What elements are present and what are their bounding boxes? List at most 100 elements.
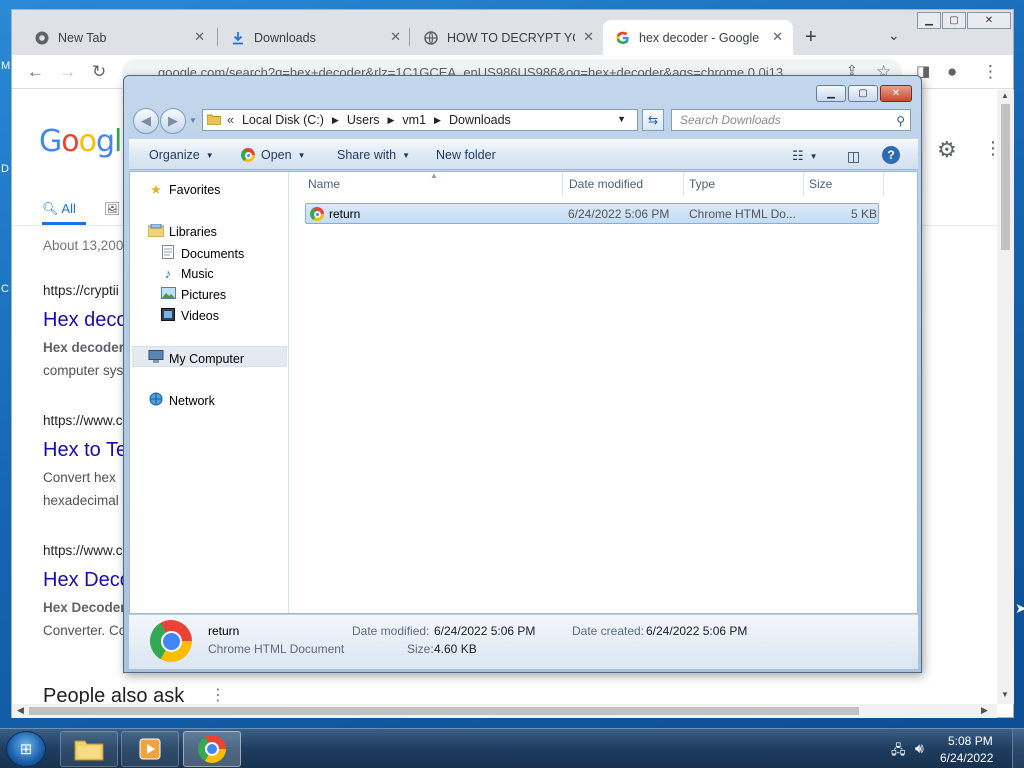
scroll-left-arrow-icon[interactable]: ◀: [17, 705, 24, 716]
vertical-scrollbar[interactable]: ▲ ▼: [997, 90, 1014, 704]
minimize-button[interactable]: ▁: [917, 12, 941, 29]
chrome-icon: [150, 620, 192, 662]
search-placeholder: Search Downloads: [680, 113, 781, 127]
nav-network[interactable]: Network: [147, 392, 215, 409]
tab-downloads[interactable]: Downloads ✕: [218, 20, 411, 55]
new-tab-button[interactable]: +: [805, 26, 817, 49]
column-separator[interactable]: [803, 172, 804, 196]
scroll-up-arrow-icon[interactable]: ▲: [1001, 91, 1009, 100]
share-with-button[interactable]: Share with ▼: [337, 148, 410, 162]
address-bar[interactable]: « Local Disk (C:) ▶ Users ▶ vm1 ▶ Downlo…: [202, 109, 638, 131]
horizontal-scrollbar[interactable]: ◀ ▶: [12, 704, 997, 718]
profile-avatar-icon[interactable]: ●: [947, 62, 957, 82]
desktop-icon-fragment[interactable]: C: [1, 283, 9, 295]
nav-libraries[interactable]: Libraries: [147, 223, 217, 240]
tab-all[interactable]: 🔍︎ All: [42, 201, 76, 217]
maximize-button[interactable]: ▢: [848, 85, 878, 102]
nav-favorites[interactable]: ★ Favorites: [147, 182, 220, 198]
minimize-button[interactable]: ▁: [816, 85, 846, 102]
recent-pages-chevron-icon[interactable]: ▼: [189, 116, 197, 125]
show-desktop-button[interactable]: [1012, 729, 1024, 768]
nav-videos[interactable]: Videos: [159, 308, 219, 324]
close-tab-icon[interactable]: ✕: [390, 29, 401, 45]
taskbar-explorer-button[interactable]: [60, 731, 118, 767]
desktop-icon-fragment[interactable]: D: [1, 163, 9, 175]
result-title[interactable]: Hex to Te: [43, 439, 127, 462]
search-input[interactable]: Search Downloads ⚲: [671, 109, 911, 131]
result-title[interactable]: Hex deco: [43, 309, 128, 332]
clock-time[interactable]: 5:08 PM: [948, 734, 993, 748]
result-url[interactable]: https://cryptii: [43, 283, 119, 298]
nav-music[interactable]: ♪ Music: [159, 266, 214, 281]
tab-how-to-decrypt[interactable]: HOW TO DECRYPT YOUR ✕: [411, 20, 604, 55]
reload-icon[interactable]: ↻: [92, 62, 106, 82]
navigation-pane: ★ Favorites Libraries Documents ♪ Music …: [130, 172, 289, 613]
scroll-down-arrow-icon[interactable]: ▼: [1001, 690, 1009, 699]
column-date-modified[interactable]: Date modified: [569, 177, 643, 191]
breadcrumb-item[interactable]: Users: [347, 113, 380, 127]
settings-gear-icon[interactable]: ⚙: [937, 137, 957, 163]
close-tab-icon[interactable]: ✕: [194, 29, 205, 45]
result-url[interactable]: https://www.c: [43, 413, 123, 428]
tab-hex-decoder[interactable]: hex decoder - Google S ✕: [603, 20, 793, 55]
tab-new-tab[interactable]: New Tab ✕: [22, 20, 215, 55]
view-options-icon[interactable]: ☷ ▼: [792, 148, 818, 164]
nav-pictures[interactable]: Pictures: [159, 287, 226, 302]
people-also-ask-heading: People also ask: [43, 685, 185, 704]
start-button[interactable]: ⊞: [6, 731, 46, 767]
organize-label: Organize: [149, 148, 200, 162]
close-window-button[interactable]: ✕: [880, 85, 912, 102]
file-row[interactable]: return 6/24/2022 5:06 PM Chrome HTML Do.…: [305, 203, 879, 224]
chevron-right-icon[interactable]: ▶: [332, 115, 339, 126]
breadcrumb-overflow-icon[interactable]: «: [227, 113, 234, 127]
column-name[interactable]: Name: [308, 177, 340, 191]
forward-button[interactable]: ▶: [160, 108, 186, 134]
column-size[interactable]: Size: [809, 177, 832, 191]
volume-icon[interactable]: 🔊︎: [915, 740, 924, 757]
more-menu-icon[interactable]: ⋮: [984, 138, 997, 159]
column-separator[interactable]: [562, 172, 563, 196]
organize-button[interactable]: Organize ▼: [149, 148, 214, 162]
breadcrumb-item[interactable]: vm1: [402, 113, 426, 127]
nav-documents[interactable]: Documents: [159, 245, 244, 262]
new-folder-button[interactable]: New folder: [436, 148, 496, 162]
result-url[interactable]: https://www.c: [43, 543, 123, 558]
chevron-right-icon[interactable]: ▶: [434, 115, 441, 126]
scrollbar-thumb[interactable]: [29, 707, 859, 715]
refresh-button[interactable]: ⇆: [642, 109, 664, 131]
scroll-right-arrow-icon[interactable]: ▶: [981, 705, 988, 716]
column-separator[interactable]: [883, 172, 884, 196]
search-icon: 🔍︎: [42, 201, 59, 216]
maximize-button[interactable]: ▢: [942, 12, 966, 29]
nav-my-computer[interactable]: My Computer: [147, 350, 244, 367]
more-menu-icon[interactable]: ⋮: [982, 62, 999, 82]
nav-label: Music: [181, 266, 214, 281]
breadcrumb-item[interactable]: Downloads: [449, 113, 511, 127]
tab-search-chevron-icon[interactable]: ⌄: [888, 27, 900, 44]
network-status-icon[interactable]: 🖧︎: [891, 741, 906, 763]
taskbar-media-player-button[interactable]: [121, 731, 179, 767]
close-tab-icon[interactable]: ✕: [772, 29, 783, 45]
desktop-icon-fragment[interactable]: M: [1, 60, 10, 72]
column-type[interactable]: Type: [689, 177, 715, 191]
address-dropdown-icon[interactable]: ▼: [617, 114, 626, 124]
close-tab-icon[interactable]: ✕: [583, 29, 594, 45]
back-arrow-icon[interactable]: ←: [27, 62, 44, 82]
taskbar-chrome-button[interactable]: [183, 731, 241, 767]
back-button[interactable]: ◀: [133, 108, 159, 134]
breadcrumb-item[interactable]: Local Disk (C:): [242, 113, 324, 127]
scrollbar-thumb[interactable]: [1001, 104, 1010, 250]
help-icon[interactable]: ?: [882, 146, 900, 164]
result-title[interactable]: Hex Deco: [43, 569, 131, 592]
close-window-button[interactable]: ✕: [967, 12, 1011, 29]
forward-arrow-icon[interactable]: →: [59, 62, 76, 82]
search-icon[interactable]: ⚲: [896, 111, 905, 131]
preview-pane-icon[interactable]: ◫: [847, 148, 860, 165]
column-separator[interactable]: [683, 172, 684, 196]
images-tab-icon[interactable]: 🖼︎: [104, 201, 121, 217]
clock-date[interactable]: 6/24/2022: [940, 751, 993, 765]
more-options-icon[interactable]: ⋮: [210, 685, 226, 704]
nav-label: Documents: [181, 246, 245, 261]
open-button[interactable]: Open ▼: [241, 148, 306, 162]
chevron-right-icon[interactable]: ▶: [388, 115, 395, 126]
